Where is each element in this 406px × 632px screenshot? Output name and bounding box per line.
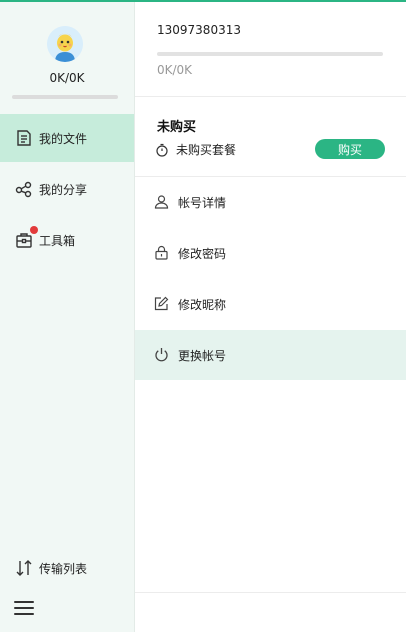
divider	[135, 96, 406, 97]
menu-item-label: 修改昵称	[178, 298, 227, 312]
account-panel: 13097380313 0K/0K 未购买 未购买套餐 购买 帐号详情 修改密码…	[135, 2, 406, 632]
notification-badge	[30, 226, 38, 234]
timer-icon	[155, 142, 169, 157]
divider	[135, 592, 406, 593]
nav-my-files[interactable]: 我的文件	[0, 114, 134, 162]
plan-status: 未购买套餐	[155, 140, 236, 158]
account-phone: 13097380313	[157, 23, 241, 37]
transfer-list-button[interactable]: 传输列表	[0, 555, 134, 581]
menu-item-label: 修改密码	[178, 247, 227, 261]
account-quota-text: 0K/0K	[157, 63, 193, 77]
change-nickname-item[interactable]: 修改昵称	[135, 279, 406, 329]
nav-label: 我的文件	[39, 131, 88, 146]
toolbox-icon	[15, 231, 33, 249]
account-details-item[interactable]: 帐号详情	[135, 177, 406, 227]
nav-toolbox[interactable]: 工具箱	[0, 216, 134, 264]
transfer-arrows-icon	[15, 559, 33, 577]
plan-title: 未购买	[157, 120, 197, 135]
share-icon	[15, 180, 33, 198]
menu-item-label: 帐号详情	[178, 196, 227, 210]
power-icon	[154, 347, 169, 362]
hamburger-menu-icon[interactable]	[14, 601, 34, 617]
storage-quota-bar	[12, 95, 118, 99]
edit-icon	[154, 296, 169, 311]
switch-account-item[interactable]: 更换帐号	[135, 330, 406, 380]
sidebar: 0K/0K 我的文件 我的分享 工具箱 传输列表	[0, 2, 135, 632]
change-password-item[interactable]: 修改密码	[135, 228, 406, 278]
avatar[interactable]	[47, 26, 83, 62]
account-quota-bar	[157, 52, 383, 56]
user-icon	[154, 194, 169, 209]
nav-label: 我的分享	[39, 182, 88, 197]
transfer-list-label: 传输列表	[39, 562, 88, 576]
storage-quota-text: 0K/0K	[49, 71, 85, 85]
lock-icon	[154, 245, 169, 260]
nav-my-shares[interactable]: 我的分享	[0, 165, 134, 213]
menu-item-label: 更换帐号	[178, 349, 227, 363]
nav-label: 工具箱	[39, 233, 76, 248]
buy-button[interactable]: 购买	[315, 139, 385, 159]
plan-status-label: 未购买套餐	[176, 142, 237, 157]
file-doc-icon	[15, 129, 33, 147]
